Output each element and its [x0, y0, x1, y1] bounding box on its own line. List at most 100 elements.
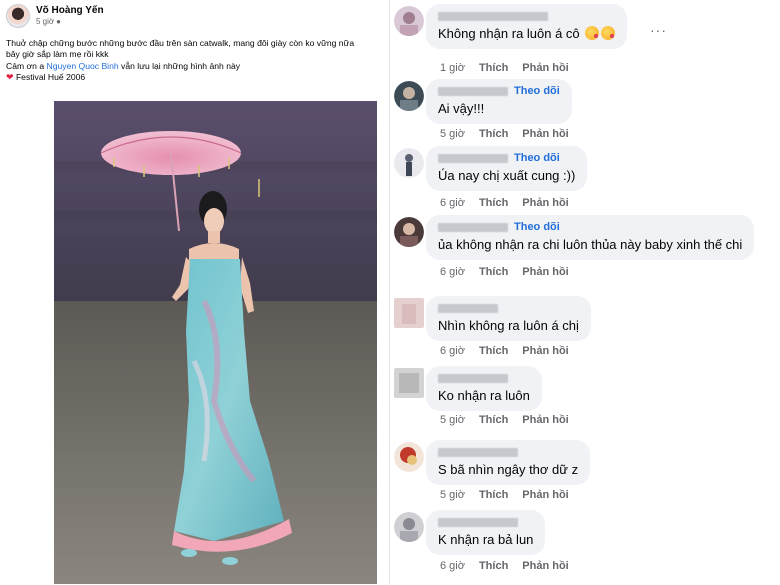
comment-time[interactable]: 6 giờ [440, 266, 465, 278]
commenter-name-redacted[interactable] [438, 373, 508, 383]
comment-bubble: Theo dõi ủa không nhận ra chi luôn thủa … [426, 215, 755, 260]
post-header: Võ Hoàng Yến 5 giờ ● [6, 4, 104, 28]
comment-actions: 5 giờ Thích Phản hồi [440, 128, 569, 140]
caption-line: Thuở chập chững bước những bước đầu trên… [6, 38, 355, 48]
caption-text: Cảm ơn a [6, 60, 47, 71]
comment-text: ủa không nhận ra chi luôn thủa này baby … [438, 237, 743, 252]
like-button[interactable]: Thích [479, 560, 508, 572]
commenter-name-row: Theo dõi [438, 220, 742, 234]
comment-actions: 1 giờ Thích Phản hồi [440, 62, 569, 74]
comment-text: Nhìn không ra luôn á chị [438, 318, 579, 333]
post-meta: 5 giờ ● [36, 17, 104, 27]
post-photo[interactable] [54, 101, 377, 584]
comment-actions: 5 giờ Thích Phản hồi [440, 414, 569, 426]
reply-button[interactable]: Phản hồi [522, 560, 568, 572]
like-button[interactable]: Thích [479, 62, 508, 74]
caption-line: bây giờ sắp làm mẹ rồi kkk [6, 49, 109, 60]
commenter-name-row [438, 9, 615, 23]
caption-line: ❤ Festival Huế 2006 [6, 72, 386, 83]
comment-actions: 5 giờ Thích Phản hồi [440, 489, 569, 501]
comment-time[interactable]: 1 giờ [440, 62, 465, 74]
commenter-name-row [438, 515, 533, 529]
commenter-name-row [438, 301, 579, 315]
comment-time[interactable]: 6 giờ [440, 560, 465, 572]
like-button[interactable]: Thích [479, 489, 508, 501]
comment-text: Không nhận ra luôn á cô [438, 25, 616, 43]
comment-text: Ai vậy!!! [438, 101, 485, 116]
comment-time[interactable]: 5 giờ [440, 128, 465, 140]
caption-location: Festival Huế 2006 [15, 72, 86, 83]
like-button[interactable]: Thích [479, 197, 508, 209]
post-time[interactable]: 5 giờ [36, 17, 54, 27]
like-button[interactable]: Thích [479, 128, 508, 140]
commenter-name-row: Theo dõi [438, 151, 575, 165]
commenter-avatar[interactable] [394, 81, 424, 111]
comments-panel: Không nhận ra luôn á cô ··· 1 giờ Thích … [392, 0, 780, 585]
commenter-name-row [438, 445, 578, 459]
follow-button[interactable]: Theo dõi [514, 152, 560, 164]
comment-time[interactable]: 5 giờ [440, 414, 465, 426]
commenter-avatar[interactable] [394, 148, 424, 178]
commenter-avatar[interactable] [394, 442, 424, 472]
comment-time[interactable]: 6 giờ [440, 197, 465, 209]
commenter-name-redacted[interactable] [438, 447, 518, 457]
caption-text: vẫn lưu lại những hình ảnh này [118, 60, 241, 71]
commenter-name-redacted[interactable] [438, 153, 508, 163]
like-button[interactable]: Thích [479, 266, 508, 278]
reply-button[interactable]: Phản hồi [522, 197, 568, 209]
comment-actions: 6 giờ Thích Phản hồi [440, 266, 569, 278]
commenter-avatar[interactable] [394, 368, 424, 398]
commenter-name-redacted[interactable] [438, 11, 548, 21]
commenter-avatar[interactable] [394, 217, 424, 247]
commenter-name-redacted[interactable] [438, 303, 498, 313]
comment-text: K nhận ra bả lun [438, 532, 534, 547]
comment-time[interactable]: 5 giờ [440, 489, 465, 501]
reply-button[interactable]: Phản hồi [522, 345, 568, 357]
emoji-kiss-icon [601, 26, 616, 40]
caption-line: Cảm ơn a Nguyen Quoc Binh vẫn lưu lại nh… [6, 61, 386, 72]
comment-text-content: Không nhận ra luôn á cô [438, 26, 580, 41]
comment-bubble: K nhận ra bả lun [426, 510, 546, 555]
heart-icon: ❤ [6, 72, 14, 83]
comment-bubble: Theo dõi Úa nay chị xuất cung :)) [426, 146, 588, 191]
reply-button[interactable]: Phản hồi [522, 128, 568, 140]
comment-actions: 6 giờ Thích Phản hồi [440, 560, 569, 572]
like-button[interactable]: Thích [479, 414, 508, 426]
author-avatar[interactable] [6, 4, 30, 28]
reply-button[interactable]: Phản hồi [522, 266, 568, 278]
author-block: Võ Hoàng Yến 5 giờ ● [36, 5, 104, 27]
comment-bubble: Không nhận ra luôn á cô [426, 4, 628, 49]
globe-icon: ● [56, 17, 61, 26]
comment-actions: 6 giờ Thích Phản hồi [440, 197, 569, 209]
like-button[interactable]: Thích [479, 345, 508, 357]
runway-photo [54, 101, 377, 584]
emoji-kiss-icon [585, 26, 600, 40]
tagged-user-link[interactable]: Nguyen Quoc Binh [47, 61, 119, 71]
commenter-avatar[interactable] [394, 6, 424, 36]
comment-bubble: S bã nhìn ngây thơ dữ z [426, 440, 591, 485]
comment-bubble: Ko nhận ra luôn [426, 366, 542, 411]
follow-button[interactable]: Theo dõi [514, 221, 560, 233]
comment-text: Ko nhận ra luôn [438, 388, 530, 403]
commenter-name-redacted[interactable] [438, 222, 508, 232]
more-options-icon[interactable]: ··· [650, 22, 667, 38]
reply-button[interactable]: Phản hồi [522, 489, 568, 501]
reply-button[interactable]: Phản hồi [522, 414, 568, 426]
reply-button[interactable]: Phản hồi [522, 62, 568, 74]
comment-actions: 6 giờ Thích Phản hồi [440, 345, 569, 357]
commenter-name-redacted[interactable] [438, 517, 518, 527]
follow-button[interactable]: Theo dõi [514, 85, 560, 97]
comment-text: Úa nay chị xuất cung :)) [438, 168, 576, 183]
author-name[interactable]: Võ Hoàng Yến [36, 5, 104, 17]
comment-time[interactable]: 6 giờ [440, 345, 465, 357]
commenter-name-redacted[interactable] [438, 86, 508, 96]
comment-bubble: Theo dõi Ai vậy!!! [426, 79, 572, 124]
post-caption: Thuở chập chững bước những bước đầu trên… [6, 38, 386, 84]
commenter-avatar[interactable] [394, 512, 424, 542]
commenter-name-row: Theo dõi [438, 84, 560, 98]
comment-text: S bã nhìn ngây thơ dữ z [438, 462, 579, 477]
comment-bubble: Nhìn không ra luôn á chị [426, 296, 591, 341]
commenter-name-row [438, 371, 530, 385]
post-panel: Võ Hoàng Yến 5 giờ ● Thuở chập chững bướ… [0, 0, 390, 585]
commenter-avatar[interactable] [394, 298, 424, 328]
